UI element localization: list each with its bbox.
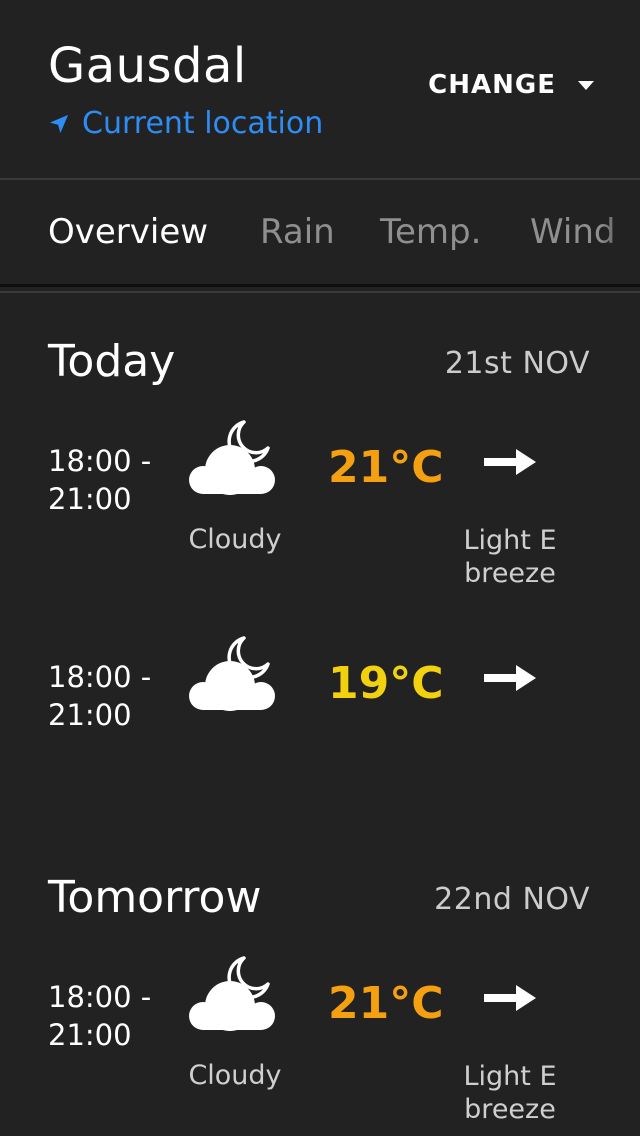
day-date-tomorrow: 22nd NOV bbox=[434, 882, 590, 917]
slot-temperature: 19°C bbox=[328, 658, 444, 709]
caret-down-icon bbox=[578, 80, 594, 90]
cloudy-night-icon bbox=[189, 420, 275, 495]
tab-temp[interactable]: Temp. bbox=[380, 212, 481, 252]
change-location-button[interactable]: CHANGE bbox=[428, 70, 594, 100]
slot-temperature: 21°C bbox=[328, 442, 444, 493]
wind-arrow-icon bbox=[484, 665, 536, 691]
tab-rain[interactable]: Rain bbox=[260, 212, 335, 252]
cloudy-night-icon bbox=[189, 956, 275, 1031]
day-date-today: 21st NOV bbox=[444, 346, 590, 381]
cloudy-night-icon bbox=[189, 636, 275, 711]
location-header: Gausdal Current location CHANGE bbox=[0, 0, 640, 179]
slot-wind: Light E breeze bbox=[463, 1061, 557, 1125]
city-name: Gausdal bbox=[48, 38, 247, 94]
slot-wind: Light E breeze bbox=[463, 525, 557, 589]
slot-temperature: 21°C bbox=[328, 978, 444, 1029]
tab-underline bbox=[0, 284, 640, 287]
slot-condition: Cloudy bbox=[188, 524, 282, 555]
wind-arrow-icon bbox=[484, 985, 536, 1011]
day-title-tomorrow: Tomorrow bbox=[48, 872, 262, 923]
change-label: CHANGE bbox=[428, 70, 556, 100]
current-location-label: Current location bbox=[82, 106, 324, 141]
current-location-link[interactable]: Current location bbox=[48, 106, 323, 141]
tab-bar: Overview Rain Temp. Wind bbox=[0, 180, 640, 284]
tab-divider bbox=[0, 291, 640, 293]
slot-condition: Cloudy bbox=[188, 1060, 282, 1091]
day-title-today: Today bbox=[48, 336, 176, 387]
forecast-slot[interactable]: 18:00 - 21:00 19°C bbox=[0, 636, 640, 858]
slot-time: 18:00 - 21:00 bbox=[48, 444, 152, 516]
wind-arrow-icon bbox=[484, 449, 536, 475]
slot-time: 18:00 - 21:00 bbox=[48, 660, 152, 732]
forecast-slot[interactable]: 18:00 - 21:00 21°C Cloudy Light E breeze bbox=[0, 420, 640, 642]
location-arrow-icon bbox=[49, 114, 69, 133]
tab-overview[interactable]: Overview bbox=[48, 212, 208, 252]
slot-time: 18:00 - 21:00 bbox=[48, 980, 152, 1052]
tab-scroll-fade bbox=[600, 180, 640, 284]
forecast-slot[interactable]: 18:00 - 21:00 21°C Cloudy Light E breeze bbox=[0, 956, 640, 1136]
